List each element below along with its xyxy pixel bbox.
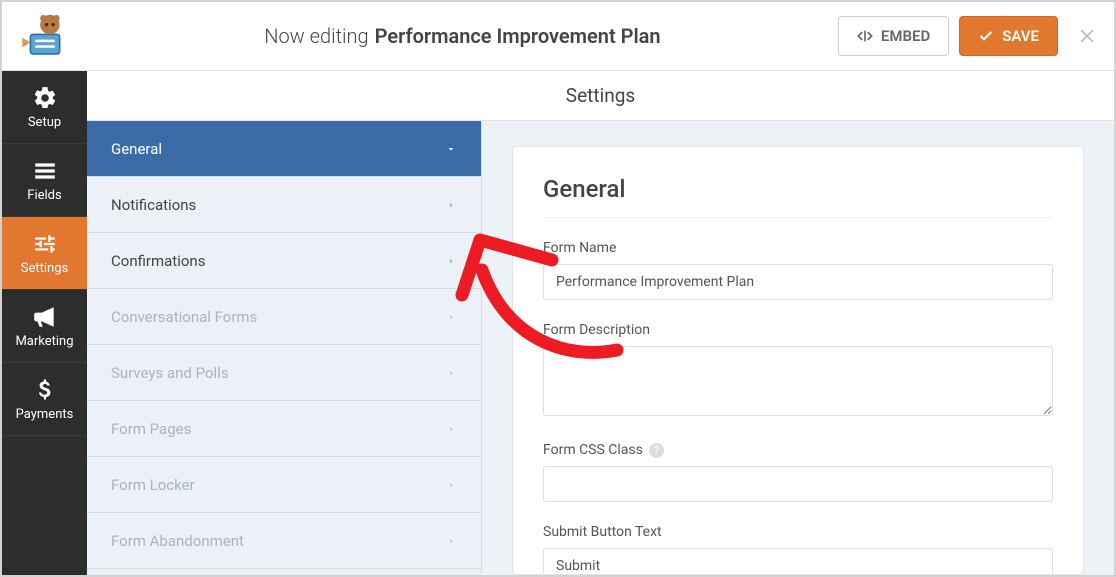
settings-item-label: Conversational Forms <box>111 308 257 326</box>
settings-item-label: Notifications <box>111 196 196 214</box>
nav-setup[interactable]: Setup <box>2 71 87 144</box>
settings-item-form-pages[interactable]: Form Pages <box>87 401 481 457</box>
embed-button[interactable]: EMBED <box>838 16 949 56</box>
nav-settings[interactable]: Settings <box>2 217 87 290</box>
form-css-label-text: Form CSS Class <box>543 442 643 458</box>
divider <box>543 217 1053 218</box>
content-title-text: Settings <box>566 84 635 107</box>
settings-item-general[interactable]: General <box>87 121 481 177</box>
form-css-input[interactable] <box>543 466 1053 502</box>
builder-nav: Setup Fields Settings Marketing Payments <box>2 71 87 575</box>
form-css-row: Form CSS Class ? <box>543 442 1053 502</box>
content-body: General Notifications Confirmations Convers… <box>87 121 1114 575</box>
general-card: General Form Name Form Description <box>512 146 1084 575</box>
chevron-right-icon <box>445 535 457 547</box>
settings-item-label: General <box>111 140 162 158</box>
submit-button-input[interactable] <box>543 548 1053 575</box>
list-icon <box>32 158 58 184</box>
settings-panel: General Notifications Confirmations Convers… <box>87 121 482 575</box>
editing-prefix: Now editing <box>264 24 368 48</box>
form-description-input[interactable] <box>543 346 1053 416</box>
save-button[interactable]: SAVE <box>959 16 1058 56</box>
form-name-row: Form Name <box>543 240 1053 300</box>
embed-label: EMBED <box>881 27 930 45</box>
gear-icon <box>32 85 58 111</box>
chevron-down-icon <box>445 143 457 155</box>
settings-item-form-abandonment[interactable]: Form Abandonment <box>87 513 481 569</box>
chevron-right-icon <box>445 311 457 323</box>
code-icon <box>857 28 873 44</box>
nav-label: Payments <box>16 407 74 422</box>
settings-item-surveys-and-polls[interactable]: Surveys and Polls <box>87 345 481 401</box>
editing-form-name: Performance Improvement Plan <box>375 24 661 48</box>
form-name-label: Form Name <box>543 240 1053 256</box>
app-logo <box>2 2 87 71</box>
submit-button-row: Submit Button Text <box>543 524 1053 575</box>
nav-marketing[interactable]: Marketing <box>2 290 87 363</box>
dollar-icon <box>32 377 58 403</box>
chevron-right-icon <box>445 199 457 211</box>
settings-item-confirmations[interactable]: Confirmations <box>87 233 481 289</box>
nav-label: Marketing <box>15 334 73 349</box>
sliders-icon <box>32 231 58 257</box>
content-title: Settings <box>87 71 1114 121</box>
form-description-row: Form Description <box>543 322 1053 420</box>
close-icon <box>1076 25 1098 47</box>
nav-fields[interactable]: Fields <box>2 144 87 217</box>
chevron-right-icon <box>445 479 457 491</box>
nav-label: Settings <box>21 261 68 276</box>
settings-item-notifications[interactable]: Notifications <box>87 177 481 233</box>
wpforms-logo-icon <box>19 10 71 62</box>
settings-item-form-locker[interactable]: Form Locker <box>87 457 481 513</box>
close-button[interactable] <box>1062 25 1112 47</box>
top-bar: Now editing Performance Improvement Plan… <box>2 2 1114 71</box>
settings-item-label: Form Locker <box>111 476 195 494</box>
form-description-label: Form Description <box>543 322 1053 338</box>
save-label: SAVE <box>1002 27 1039 45</box>
chevron-right-icon <box>445 367 457 379</box>
settings-item-label: Confirmations <box>111 252 205 270</box>
general-heading: General <box>543 175 1053 203</box>
nav-label: Fields <box>27 188 61 203</box>
form-css-label: Form CSS Class ? <box>543 442 1053 458</box>
check-icon <box>978 28 994 44</box>
settings-item-label: Form Pages <box>111 420 191 438</box>
settings-item-label: Form Abandonment <box>111 532 244 550</box>
submit-button-label: Submit Button Text <box>543 524 1053 540</box>
right-panel: General Form Name Form Description <box>482 121 1114 575</box>
editing-title: Now editing Performance Improvement Plan <box>87 24 838 48</box>
help-icon[interactable]: ? <box>649 443 664 458</box>
chevron-right-icon <box>445 255 457 267</box>
settings-item-label: Surveys and Polls <box>111 364 229 382</box>
top-actions: EMBED SAVE <box>838 16 1062 56</box>
chevron-right-icon <box>445 423 457 435</box>
content-area: Settings General Notifications Confirmatio… <box>87 71 1114 575</box>
nav-payments[interactable]: Payments <box>2 363 87 436</box>
nav-label: Setup <box>28 115 61 130</box>
settings-item-conversational-forms[interactable]: Conversational Forms <box>87 289 481 345</box>
bullhorn-icon <box>32 304 58 330</box>
main-area: Setup Fields Settings Marketing Payments <box>2 71 1114 575</box>
form-name-input[interactable] <box>543 264 1053 300</box>
